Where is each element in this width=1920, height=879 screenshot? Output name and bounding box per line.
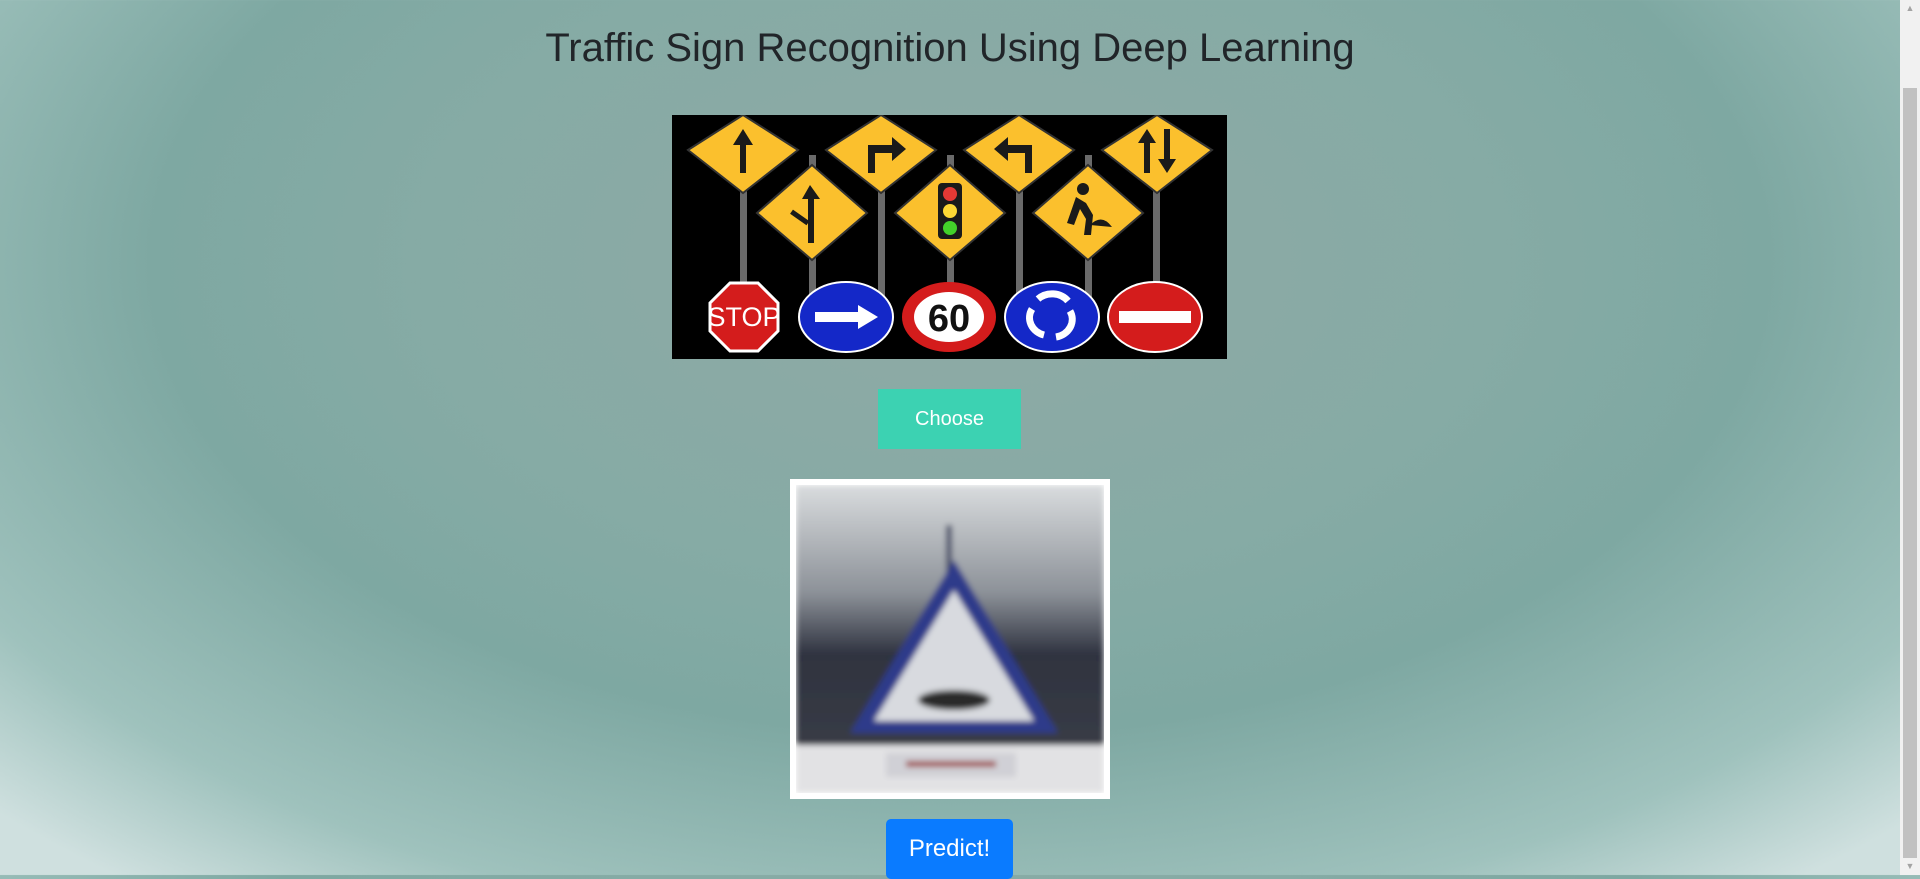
uploaded-image-preview <box>790 479 1110 799</box>
one-way-right-sign <box>798 281 894 353</box>
stop-sign-text: STOP <box>707 302 780 332</box>
vertical-scrollbar[interactable]: ▲ ▼ <box>1900 0 1920 875</box>
no-entry-sign <box>1107 281 1203 353</box>
preview-image <box>796 485 1104 793</box>
predict-button[interactable]: Predict! <box>886 819 1013 879</box>
scroll-up-icon[interactable]: ▲ <box>1900 0 1920 17</box>
scroll-down-icon[interactable]: ▼ <box>1900 858 1920 875</box>
page-title: Traffic Sign Recognition Using Deep Lear… <box>545 26 1355 70</box>
scroll-thumb[interactable] <box>1903 88 1917 858</box>
speed-limit-text: 60 <box>928 298 970 340</box>
page: Traffic Sign Recognition Using Deep Lear… <box>0 0 1900 879</box>
stop-sign: STOP <box>707 281 781 353</box>
traffic-signs-banner-image: STOP 60 <box>672 115 1227 359</box>
speed-limit-60-sign: 60 <box>902 282 996 352</box>
traffic-signs-banner: STOP 60 <box>672 115 1227 359</box>
roundabout-sign <box>1004 281 1100 353</box>
choose-button[interactable]: Choose <box>878 389 1021 449</box>
